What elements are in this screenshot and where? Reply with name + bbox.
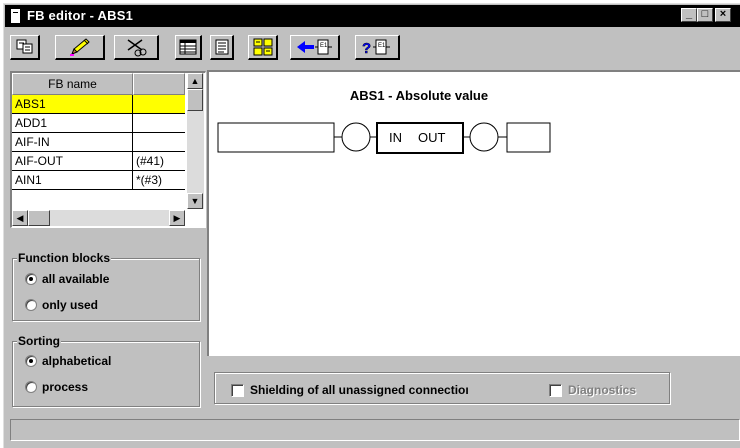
title-bar[interactable]: FB editor - ABS1 _ □ × [5,5,740,27]
insert-block-icon: E1 [296,39,332,55]
scroll-left-button[interactable]: ◀ [12,210,28,226]
maximize-icon: □ [701,8,709,20]
copy-button[interactable] [10,35,40,60]
fb-name-cell: ADD1 [12,114,133,132]
list-item[interactable]: AIF-IN [12,133,185,152]
radio-alphabetical[interactable]: alphabetical [25,354,111,368]
cut-button[interactable] [114,35,159,60]
fb-info-cell [133,95,185,113]
sorting-group: Sorting alphabetical process [12,334,200,407]
checkbox-box [231,383,244,397]
status-bar [10,419,740,441]
scroll-right-button[interactable]: ▶ [169,210,185,226]
checkbox-box [549,383,562,397]
arrow-left-icon: ◀ [16,213,24,223]
scissors-icon [127,39,147,57]
radio-circle [25,381,37,393]
column-header-fb-name[interactable]: FB name [12,73,133,95]
document-icon [215,39,228,55]
close-icon: × [719,8,727,20]
radio-only-used[interactable]: only used [25,298,98,312]
app-icon [11,9,20,23]
block-output-label: OUT [418,130,446,145]
maximize-button[interactable]: □ [697,8,713,22]
fb-info-cell [133,114,185,132]
insert-block-label: E1 [320,43,328,49]
document-button[interactable] [210,35,234,60]
fb-name-cell: AIF-OUT [12,152,133,170]
output-connector [469,122,499,152]
radio-all-available-label: all available [42,272,110,286]
radio-dot [29,359,33,363]
diagnostics-label: Diagnostics [568,383,637,397]
radio-all-available[interactable]: all available [25,272,109,286]
fb-editor-window: FB editor - ABS1 _ □ × E1 ? E1 FB name A… [0,0,740,448]
sorting-title: Sorting [17,334,61,348]
insert-block-button[interactable]: E1 [290,35,340,60]
vertical-scrollbar[interactable]: ▲ ▼ [187,73,204,209]
table-icon [179,39,197,55]
close-button[interactable]: × [715,8,731,22]
radio-circle [25,273,37,285]
window-title: FB editor - ABS1 [27,8,134,23]
list-item[interactable]: ADD1 [12,114,185,133]
list-item[interactable]: AIF-OUT (#41) [12,152,185,171]
input-connection-field [217,122,335,153]
function-blocks-group: Function blocks all available only used [12,251,200,321]
arrow-right-icon: ▶ [173,213,181,223]
fb-name-cell: AIF-IN [12,133,133,151]
shielding-checkbox[interactable]: Shielding of all unassigned connectioı [231,383,469,397]
fb-diagram-canvas[interactable]: ABS1 - Absolute value IN OUT [207,70,740,356]
function-block-diagram: IN OUT [217,122,551,154]
minimize-button[interactable]: _ [681,8,697,22]
fb-list[interactable]: FB name ABS1 ADD1 AIF-IN AIF-OUT (#41) A… [10,71,206,228]
help-block-button[interactable]: ? E1 [355,35,400,60]
radio-process-label: process [42,380,89,394]
edit-button[interactable] [55,35,105,60]
fb-name-cell: ABS1 [12,95,133,113]
shielding-label: Shielding of all unassigned connectioı [250,383,469,397]
input-connector [341,122,371,152]
list-item[interactable]: AIN1 *(#3) [12,171,185,190]
column-header-info[interactable] [133,73,185,95]
radio-only-used-label: only used [42,298,99,312]
arrow-up-icon: ▲ [190,76,200,86]
fb-info-cell: *(#3) [136,173,163,187]
copy-icon [16,39,32,54]
radio-process[interactable]: process [25,380,88,394]
function-blocks-title: Function blocks [17,251,112,265]
radio-alphabetical-label: alphabetical [42,354,112,368]
list-item[interactable]: ABS1 [12,95,185,114]
help-block-icon: ? E1 [362,39,390,56]
network-icon [253,38,272,56]
scroll-down-button[interactable]: ▼ [187,193,203,209]
output-connection-field [506,122,551,153]
horizontal-scroll-thumb[interactable] [28,210,50,226]
network-button[interactable] [248,35,278,60]
help-block-label: E1 [378,43,386,49]
options-bar: Shielding of all unassigned connectioı D… [214,372,670,404]
pencil-icon [69,38,90,56]
vertical-scroll-thumb[interactable] [187,89,203,111]
radio-circle [25,299,37,311]
minimize-icon: _ [685,8,693,20]
fb-list-viewport: FB name ABS1 ADD1 AIF-IN AIF-OUT (#41) A… [12,73,185,209]
block-input-label: IN [389,130,402,145]
radio-circle [25,355,37,367]
arrow-down-icon: ▼ [190,196,200,206]
svg-text:?: ? [362,40,371,56]
scroll-up-button[interactable]: ▲ [187,73,203,89]
fb-info-cell: (#41) [136,154,165,168]
diagnostics-checkbox[interactable]: Diagnostics [549,383,636,397]
fb-name-cell: AIN1 [12,171,133,189]
table-view-button[interactable] [175,35,202,60]
fb-info-cell [133,133,185,151]
toolbar: E1 ? E1 [5,27,740,63]
horizontal-scrollbar[interactable]: ◀ ▶ [12,210,185,226]
radio-dot [29,277,33,281]
